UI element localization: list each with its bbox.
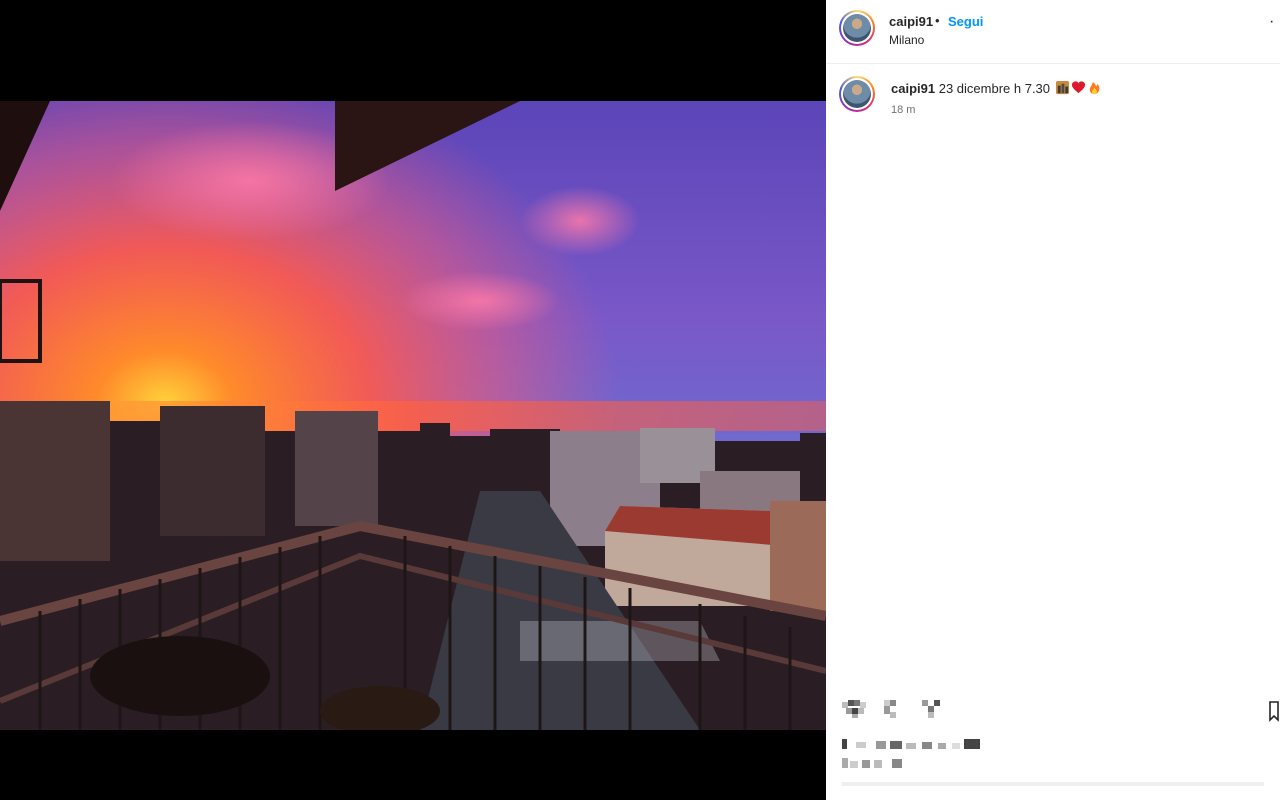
comment-divider: [842, 782, 1264, 786]
caption-avatar[interactable]: [839, 76, 875, 112]
post-header: caipi91 • Segui Milano ·: [826, 0, 1280, 64]
header-username[interactable]: caipi91: [889, 14, 933, 29]
caption: caipi91 23 dicembre h 7.30: [891, 80, 1102, 96]
post-date: [842, 758, 902, 768]
separator-dot: •: [935, 13, 940, 28]
caption-text: 23 dicembre h 7.30: [938, 81, 1051, 96]
post-timestamp: 18 m: [891, 104, 916, 116]
share-icon[interactable]: [920, 698, 942, 720]
post-media[interactable]: [0, 0, 826, 800]
action-bar: [842, 698, 962, 722]
fire-emoji: [1089, 81, 1099, 95]
post-side-panel: caipi91 • Segui Milano · caipi91 23 dice…: [826, 0, 1280, 800]
location-link[interactable]: Milano: [889, 33, 924, 47]
red-heart-emoji: [1071, 81, 1085, 94]
likes-count[interactable]: [842, 737, 987, 751]
heart-icon[interactable]: [842, 698, 868, 720]
sunrise-over-buildings-emoji: [1055, 80, 1069, 95]
avatar[interactable]: [839, 10, 875, 46]
comment-icon[interactable]: [882, 698, 904, 720]
more-options-icon[interactable]: ·: [1269, 14, 1274, 30]
post-photo[interactable]: [0, 101, 826, 730]
caption-username[interactable]: caipi91: [891, 81, 935, 96]
follow-button[interactable]: Segui: [948, 14, 983, 29]
bookmark-icon[interactable]: [1269, 700, 1279, 722]
